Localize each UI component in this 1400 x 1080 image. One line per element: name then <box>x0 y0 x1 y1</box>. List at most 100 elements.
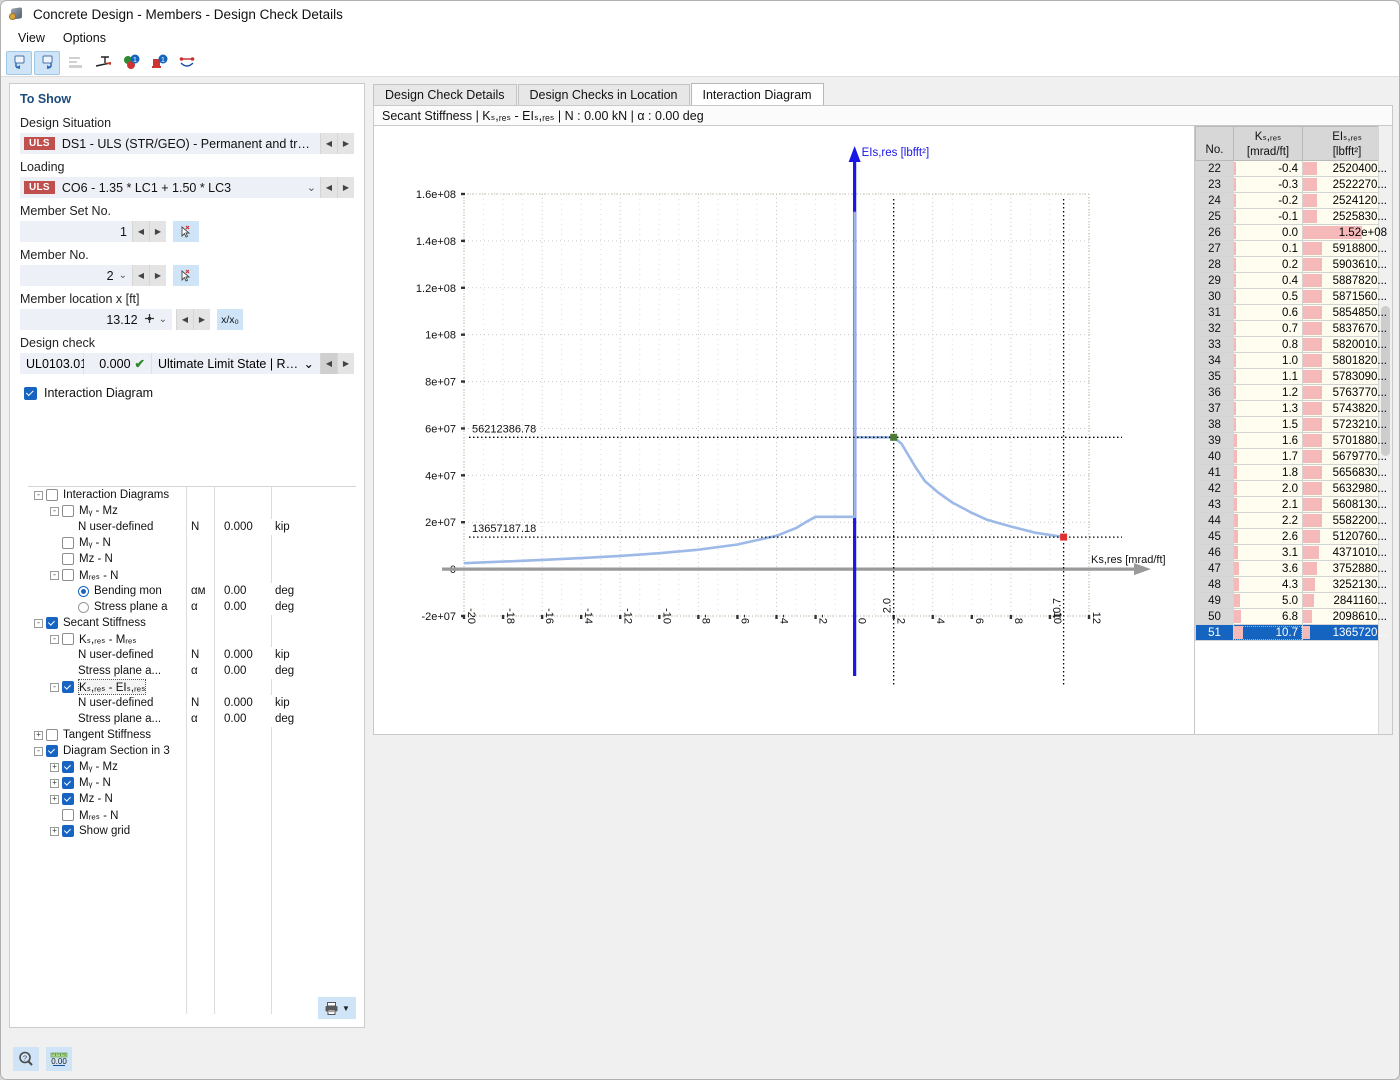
loading-select[interactable]: ULS CO6 - 1.35 * LC1 + 1.50 * LC3 ⌄ <box>20 177 320 198</box>
checkbox-icon[interactable] <box>62 793 74 805</box>
pick-member-set-icon[interactable] <box>173 221 199 242</box>
table-row[interactable]: 36 1.2 5763770... <box>1195 384 1392 401</box>
tree-item[interactable]: Stress plane a... α 0.00 deg <box>28 663 356 679</box>
green-marker[interactable] <box>890 433 898 441</box>
checkbox-icon[interactable] <box>24 386 37 400</box>
location-pin-icon[interactable] <box>144 313 155 327</box>
table-row[interactable]: 49 5.0 2841160... <box>1195 592 1392 609</box>
collapse-icon[interactable]: - <box>50 506 59 516</box>
checkbox-icon[interactable] <box>62 825 74 837</box>
collapse-icon[interactable]: - <box>50 634 59 644</box>
tab-interaction-diagram[interactable]: Interaction Diagram <box>690 83 824 105</box>
member-set-next-button[interactable]: ▶ <box>149 221 166 242</box>
red-marker[interactable] <box>1060 533 1068 541</box>
tree-item[interactable]: N user-defined N 0.000 kip <box>28 647 356 663</box>
diagram-icon[interactable] <box>174 51 200 75</box>
tree-item[interactable]: - Secant Stiffness <box>28 615 356 631</box>
expand-icon[interactable]: + <box>50 826 59 836</box>
tree-item[interactable]: Stress plane a... α 0.00 deg <box>28 711 356 727</box>
result-info-icon[interactable]: 1 <box>118 51 144 75</box>
checkbox-icon[interactable] <box>62 633 74 645</box>
table-row[interactable]: 23 -0.3 2522270... <box>1195 176 1392 193</box>
support-info-icon[interactable]: 1 <box>146 51 172 75</box>
member-no-input[interactable]: 2 ⌄ <box>20 265 132 286</box>
table-row[interactable]: 50 6.8 2098610... <box>1195 608 1392 625</box>
tree-item[interactable]: Mᴢ - N <box>28 551 356 567</box>
design-check-next-button[interactable]: ▶ <box>337 353 354 374</box>
collapse-icon[interactable]: - <box>50 682 59 692</box>
checkbox-icon[interactable] <box>62 569 74 581</box>
tree-item[interactable]: Mᵣₑₛ - N <box>28 807 356 823</box>
design-situation-select[interactable]: ULS DS1 - ULS (STR/GEO) - Permanent and … <box>20 133 320 154</box>
expand-icon[interactable]: + <box>34 730 43 740</box>
design-situation-next-button[interactable]: ▶ <box>337 133 354 154</box>
tree-item[interactable]: Stress plane a α 0.00 deg <box>28 599 356 615</box>
table-row[interactable]: 31 0.6 5854850... <box>1195 304 1392 321</box>
table-row[interactable]: 25 -0.1 2525830... <box>1195 208 1392 225</box>
table-row[interactable]: 48 4.3 3252130... <box>1195 576 1392 593</box>
table-row[interactable]: 28 0.2 5903610... <box>1195 256 1392 273</box>
table-row[interactable]: 27 0.1 5918800... <box>1195 240 1392 257</box>
menu-item-view[interactable]: View <box>9 29 54 47</box>
print-button[interactable]: ▼ <box>318 997 356 1019</box>
chevron-down-icon[interactable]: ⌄ <box>304 356 314 371</box>
chevron-down-icon[interactable]: ⌄ <box>119 270 127 281</box>
previous-check-icon[interactable] <box>6 50 32 75</box>
checkbox-icon[interactable] <box>62 537 74 549</box>
tree-item[interactable]: + Mᴢ - N <box>28 791 356 807</box>
checkbox-icon[interactable] <box>46 617 58 629</box>
expand-icon[interactable]: + <box>50 762 59 772</box>
checkbox-icon[interactable] <box>46 489 58 501</box>
tree-item[interactable]: - Mᵧ - Mᴢ <box>28 503 356 519</box>
help-icon[interactable]: ? <box>13 1047 39 1071</box>
tree-item[interactable]: + Mᵧ - Mᴢ <box>28 759 356 775</box>
loading-next-button[interactable]: ▶ <box>337 177 354 198</box>
tree-item-value[interactable]: 0.000 <box>224 697 253 709</box>
table-row[interactable]: 43 2.1 5608130... <box>1195 496 1392 513</box>
chevron-down-icon[interactable]: ⌄ <box>301 181 316 194</box>
checkbox-icon[interactable] <box>46 729 58 741</box>
menu-item-options[interactable]: Options <box>54 29 115 47</box>
tree-item[interactable]: + Show grid <box>28 823 356 839</box>
tab-design-checks-in-location[interactable]: Design Checks in Location <box>517 84 690 105</box>
member-axis-icon[interactable] <box>90 51 116 75</box>
tree-item-value[interactable]: 0.00 <box>224 665 246 677</box>
table-row[interactable]: 51 10.7 1365720... <box>1195 624 1392 641</box>
table-row[interactable]: 30 0.5 5871560... <box>1195 288 1392 305</box>
units-icon[interactable]: 0.00 <box>46 1047 72 1071</box>
table-row[interactable]: 35 1.1 5783090... <box>1195 368 1392 385</box>
member-location-next-button[interactable]: ▶ <box>193 309 210 330</box>
checkbox-icon[interactable] <box>62 681 74 693</box>
table-row[interactable]: 44 2.2 5582200... <box>1195 512 1392 529</box>
tree-item[interactable]: - Kₛ,ᵣₑₛ - EIₛ,ᵣₑₛ <box>28 679 356 695</box>
member-no-next-button[interactable]: ▶ <box>149 265 166 286</box>
interaction-diagram-chart[interactable]: -2e+07 0 2e+07 4e+07 6e+07 8e+07 1e+08 1.2e+08 1… <box>374 126 1194 734</box>
table-row[interactable]: 22 -0.4 2520400... <box>1195 160 1392 177</box>
tree-item-value[interactable]: 0.000 <box>224 521 253 533</box>
tree-item[interactable]: N user-defined N 0.000 kip <box>28 519 356 535</box>
table-row[interactable]: 29 0.4 5887820... <box>1195 272 1392 289</box>
tree-item-value[interactable]: 0.00 <box>224 713 246 725</box>
table-row[interactable]: 32 0.7 5837670... <box>1195 320 1392 337</box>
tree-item[interactable]: - Interaction Diagrams <box>28 487 356 503</box>
interaction-diagram-toggle[interactable]: Interaction Diagram <box>10 374 364 406</box>
table-row[interactable]: 41 1.8 5656830... <box>1195 464 1392 481</box>
tree-item[interactable]: N user-defined N 0.000 kip <box>28 695 356 711</box>
collapse-icon[interactable]: - <box>34 746 43 756</box>
relative-location-toggle[interactable]: x/x₀ <box>217 309 243 330</box>
radio-icon[interactable] <box>78 585 89 597</box>
tab-design-check-details[interactable]: Design Check Details <box>373 84 517 105</box>
table-row[interactable]: 26 0.0 1.52e+08 <box>1195 224 1392 241</box>
table-row[interactable]: 46 3.1 4371010... <box>1195 544 1392 561</box>
table-row[interactable]: 34 1.0 5801820... <box>1195 352 1392 369</box>
table-row[interactable]: 40 1.7 5679770... <box>1195 448 1392 465</box>
table-row[interactable]: 37 1.3 5743820... <box>1195 400 1392 417</box>
tree-item[interactable]: Bending mon αᴍ 0.00 deg <box>28 583 356 599</box>
loading-prev-button[interactable]: ◀ <box>320 177 337 198</box>
design-check-ratio[interactable]: 0.000 ✔ <box>84 353 152 374</box>
tree-item-value[interactable]: 0.00 <box>224 601 246 613</box>
member-set-no-input[interactable]: 1 <box>20 221 132 242</box>
table-row[interactable]: 24 -0.2 2524120... <box>1195 192 1392 209</box>
radio-icon[interactable] <box>78 601 89 613</box>
table-row[interactable]: 39 1.6 5701880... <box>1195 432 1392 449</box>
